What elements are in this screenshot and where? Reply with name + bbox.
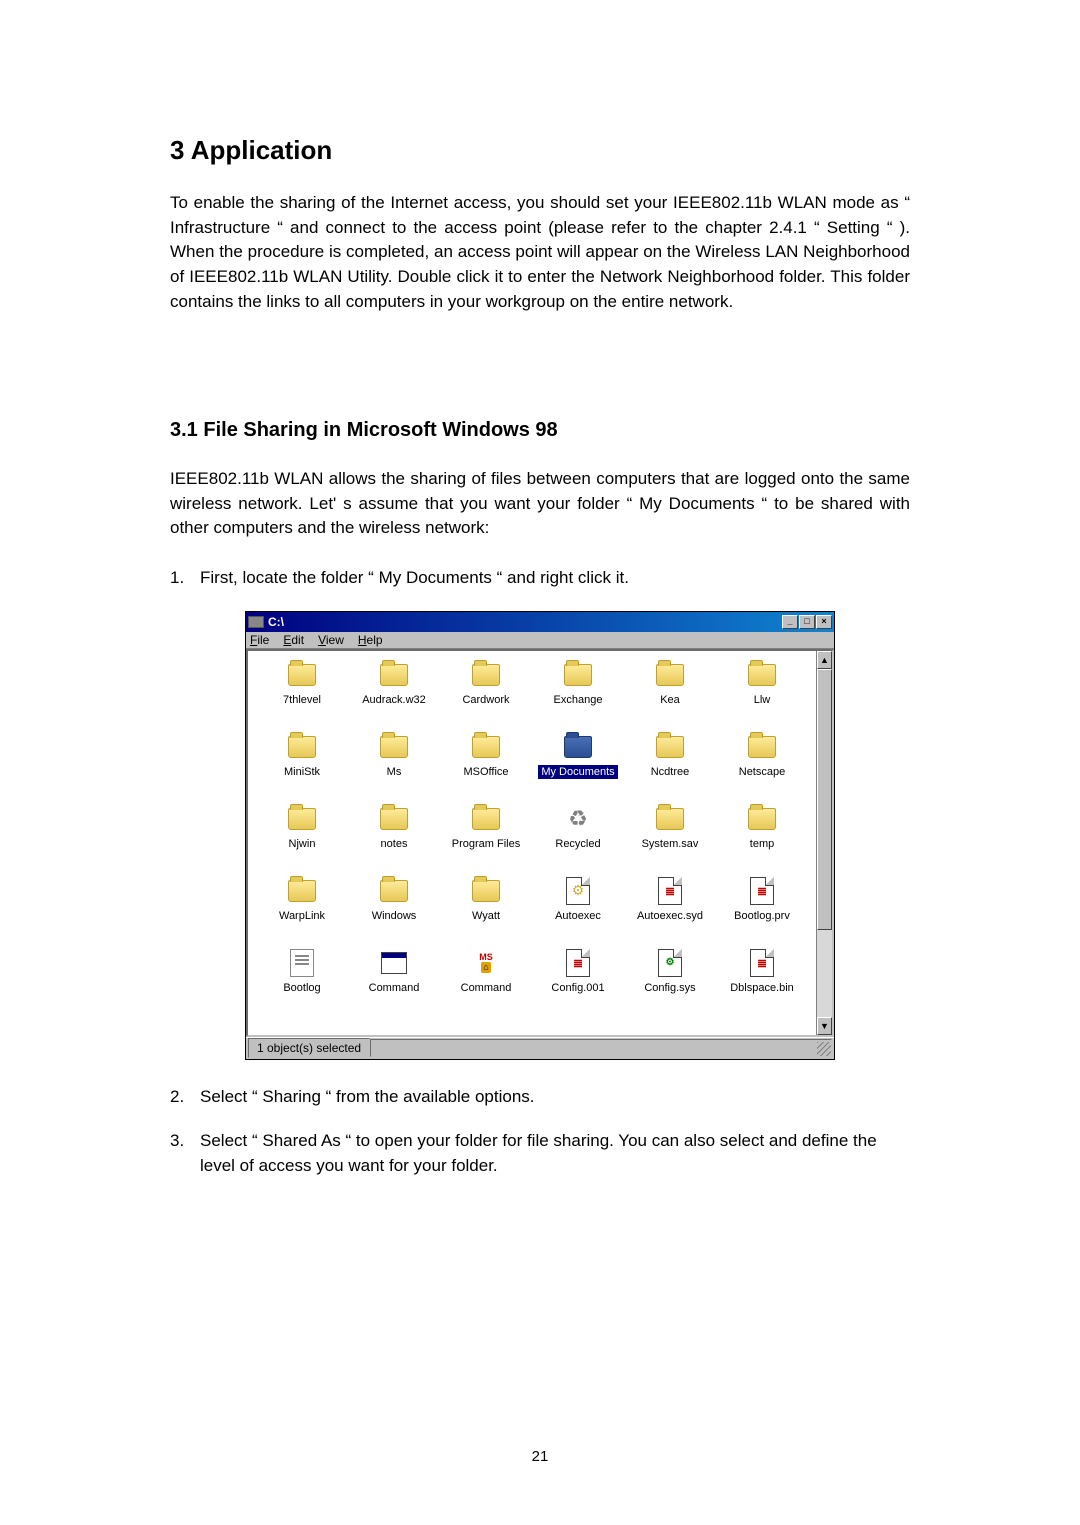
file-icon: ≣ (750, 877, 774, 905)
close-button[interactable]: × (816, 615, 832, 629)
step-number: 3. (170, 1129, 200, 1178)
maximize-button[interactable]: □ (799, 615, 815, 629)
step-number: 1. (170, 566, 200, 591)
drive-icon (248, 616, 264, 628)
file-dblspace[interactable]: ≣Dblspace.bin (716, 949, 808, 1009)
folder-icon (656, 808, 684, 830)
folder-icon (380, 736, 408, 758)
file-command-1[interactable]: Command (348, 949, 440, 1009)
scroll-up-button[interactable]: ▲ (817, 651, 832, 669)
menu-bar: File Edit View Help (246, 632, 834, 649)
gear-icon: ⚙ (658, 949, 682, 977)
folder-msoffice[interactable]: MSOffice (440, 733, 532, 805)
file-icon: ≣ (566, 949, 590, 977)
folder-icon (288, 736, 316, 758)
file-config-sys[interactable]: ⚙Config.sys (624, 949, 716, 1009)
folder-exchange[interactable]: Exchange (532, 661, 624, 733)
folder-icon (656, 736, 684, 758)
status-text: 1 object(s) selected (248, 1038, 370, 1058)
menu-view[interactable]: View (318, 633, 344, 647)
folder-icon (748, 664, 776, 686)
step-text: Select “ Sharing “ from the available op… (200, 1085, 910, 1110)
window-icon (381, 952, 407, 974)
text-file-icon (290, 949, 314, 977)
scroll-down-button[interactable]: ▼ (817, 1017, 832, 1035)
folder-notes[interactable]: notes (348, 805, 440, 877)
folder-wyatt[interactable]: Wyatt (440, 877, 532, 949)
folder-icon (656, 664, 684, 686)
subsection-heading: 3.1 File Sharing in Microsoft Windows 98 (170, 419, 910, 442)
vertical-scrollbar[interactable]: ▲ ▼ (816, 651, 832, 1035)
file-autoexec-syd[interactable]: ≣Autoexec.syd (624, 877, 716, 949)
folder-icon (288, 808, 316, 830)
folder-netscape[interactable]: Netscape (716, 733, 808, 805)
folder-cardwork[interactable]: Cardwork (440, 661, 532, 733)
file-command-2[interactable]: MS⌂Command (440, 949, 532, 1009)
gear-icon: ⚙ (566, 877, 590, 905)
window-title: C:\ (268, 615, 782, 629)
folder-ministk[interactable]: MiniStk (256, 733, 348, 805)
folder-program-files[interactable]: Program Files (440, 805, 532, 877)
folder-icon (472, 664, 500, 686)
section-heading: 3 Application (170, 135, 910, 166)
menu-help[interactable]: Help (358, 633, 383, 647)
folder-audrack[interactable]: Audrack.w32 (348, 661, 440, 733)
recycled[interactable]: ♻Recycled (532, 805, 624, 877)
folder-icon (380, 808, 408, 830)
file-autoexec[interactable]: ⚙Autoexec (532, 877, 624, 949)
content-area: 7thlevel Audrack.w32 Cardwork Exchange K… (246, 649, 834, 1037)
folder-icon (288, 664, 316, 686)
folder-system-sav[interactable]: System.sav (624, 805, 716, 877)
folder-icon (748, 736, 776, 758)
minimize-button[interactable]: _ (782, 615, 798, 629)
page-number: 21 (0, 1448, 1080, 1465)
folder-njwin[interactable]: Njwin (256, 805, 348, 877)
recycle-icon: ♻ (564, 805, 592, 833)
folder-icon (472, 736, 500, 758)
step-number: 2. (170, 1085, 200, 1110)
menu-edit[interactable]: Edit (283, 633, 304, 647)
menu-file[interactable]: File (250, 633, 269, 647)
window-titlebar[interactable]: C:\ _ □ × (246, 612, 834, 632)
step-3: 3. Select “ Shared As “ to open your fol… (170, 1129, 910, 1178)
msdos-icon: MS⌂ (473, 949, 499, 977)
folder-icon (564, 736, 592, 758)
folder-icon (748, 808, 776, 830)
folder-icon (472, 808, 500, 830)
folder-icon (380, 664, 408, 686)
folder-windows[interactable]: Windows (348, 877, 440, 949)
folder-llw[interactable]: Llw (716, 661, 808, 733)
scroll-track[interactable] (817, 669, 832, 1017)
folder-warplink[interactable]: WarpLink (256, 877, 348, 949)
resize-grip-icon[interactable] (817, 1042, 831, 1056)
step-2: 2. Select “ Sharing “ from the available… (170, 1085, 910, 1110)
icon-grid[interactable]: 7thlevel Audrack.w32 Cardwork Exchange K… (248, 651, 816, 1035)
status-bar: 1 object(s) selected (246, 1037, 834, 1059)
step-text: First, locate the folder “ My Documents … (200, 566, 910, 591)
folder-ncdtree[interactable]: Ncdtree (624, 733, 716, 805)
folder-icon (564, 664, 592, 686)
folder-icon (288, 880, 316, 902)
folder-kea[interactable]: Kea (624, 661, 716, 733)
step-1: 1. First, locate the folder “ My Documen… (170, 566, 910, 591)
folder-ms[interactable]: Ms (348, 733, 440, 805)
status-spacer (370, 1039, 832, 1057)
file-bootlog-prv[interactable]: ≣Bootlog.prv (716, 877, 808, 949)
intro-paragraph: IEEE802.11b WLAN allows the sharing of f… (170, 467, 910, 541)
step-text: Select “ Shared As “ to open your folder… (200, 1129, 910, 1178)
folder-temp[interactable]: temp (716, 805, 808, 877)
folder-icon (380, 880, 408, 902)
file-config-001[interactable]: ≣Config.001 (532, 949, 624, 1009)
folder-my-documents[interactable]: My Documents (532, 733, 624, 805)
body-paragraph: To enable the sharing of the Internet ac… (170, 191, 910, 314)
scroll-thumb[interactable] (817, 669, 832, 930)
file-bootlog[interactable]: Bootlog (256, 949, 348, 1009)
folder-icon (472, 880, 500, 902)
file-icon: ≣ (658, 877, 682, 905)
file-icon: ≣ (750, 949, 774, 977)
folder-7thlevel[interactable]: 7thlevel (256, 661, 348, 733)
explorer-window: C:\ _ □ × File Edit View Help 7thlevel A… (245, 611, 835, 1060)
